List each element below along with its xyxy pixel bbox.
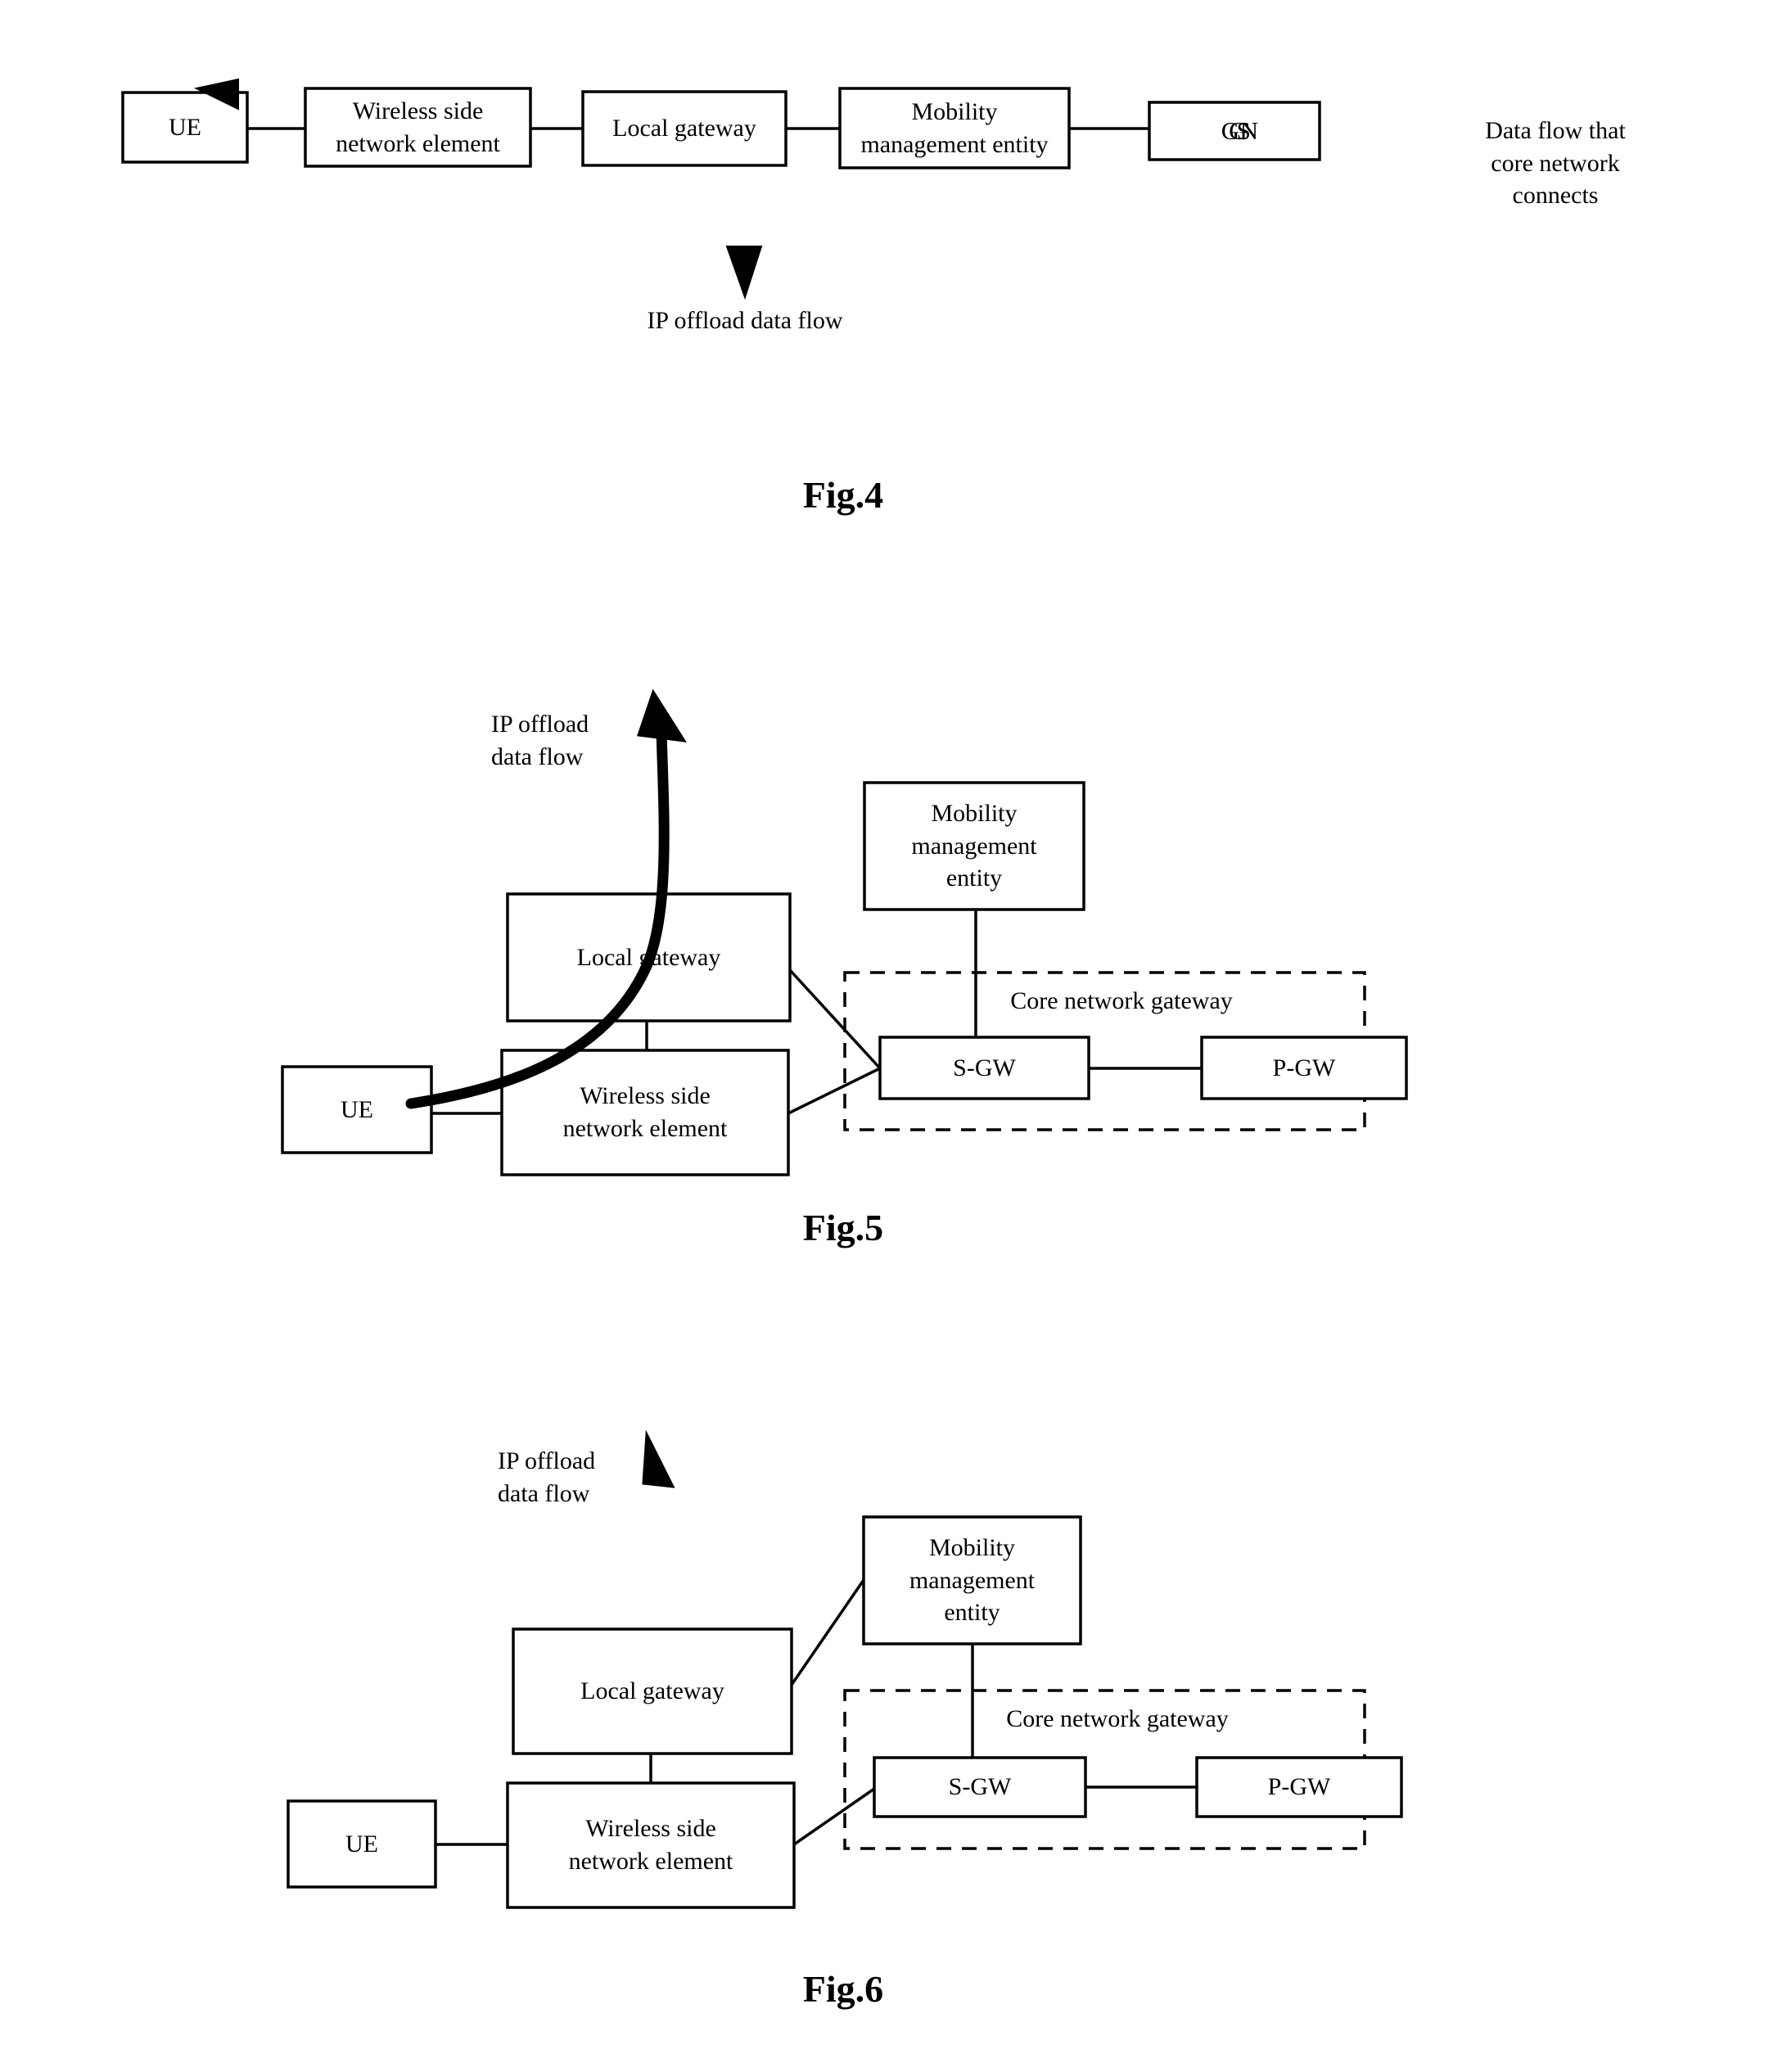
fig4-ggsn-label: GGSN [1221,115,1258,145]
fig5-link-localgw-sgw [788,968,882,1070]
fig5-link-wireless-sgw [787,1067,881,1115]
fig6-caption: Fig.6 [802,1968,884,2010]
fig5-ip-offload-flow-annotation: IP offload data flow [491,711,589,770]
patent-drawing-sheet: UE Wireless side network element Local g… [0,0,1769,2072]
fig6-graphics [287,1429,1403,1909]
fig5-local-gateway-label: Local gateway [576,943,721,971]
fig6-mobility-management-entity-label: Mobility management entity [909,1534,1036,1627]
fig6-wireless-side-network-element-label: Wireless side network element [568,1815,733,1875]
fig5-ue-label: UE [341,1095,373,1123]
fig6-link-wireless-sgw [793,1787,875,1846]
fig6-sgw-label: S-GW [948,1773,1012,1801]
fig5-core-network-gateway-label: Core network gateway [1010,987,1233,1014]
fig6-core-network-gateway-label: Core network gateway [1006,1705,1229,1732]
fig6-ip-offload-flow-annotation: IP offload data flow [498,1447,596,1507]
fig4-ue-label: UE [169,113,201,141]
fig5-graphics [281,688,1408,1176]
fig5-wireless-side-network-element-label: Wireless side network element [562,1082,728,1142]
fig4-ip-offload-arrowhead-icon [725,246,763,300]
fig5-caption: Fig.5 [802,1207,884,1248]
fig5-pgw-label: P-GW [1272,1054,1336,1081]
fig4-wireless-side-network-element-label: Wireless side network element [336,97,500,157]
fig6-ue-label: UE [345,1830,378,1858]
fig5-mobility-management-entity-label: Mobility management entity [911,800,1037,892]
fig4-caption: Fig.4 [802,474,884,516]
fig6-local-gateway-label: Local gateway [580,1677,724,1705]
fig4-mobility-management-entity-label: Mobility management entity [860,97,1049,158]
fig6-link-localgw-mme [790,1579,865,1686]
fig5-sgw-label: S-GW [953,1054,1016,1081]
fig4-local-gateway-label: Local gateway [612,115,756,142]
fig4-core-network-flow-annotation: Data flow that core network connects [1485,117,1626,210]
fig4-ip-offload-flow-annotation: IP offload data flow [647,307,843,334]
fig6-pgw-label: P-GW [1267,1773,1331,1801]
